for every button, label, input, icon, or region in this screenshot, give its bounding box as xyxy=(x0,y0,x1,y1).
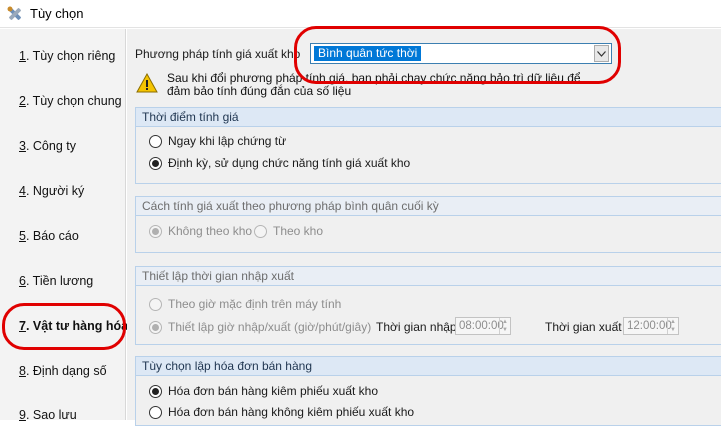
sidebar-item-number: 5 xyxy=(19,229,26,243)
time-settings-group: Thiết lập thời gian nhập xuất Theo giờ m… xyxy=(135,266,721,345)
radio-button[interactable] xyxy=(149,405,162,419)
invoice-options-group: Tùy chọn lập hóa đơn bán hàng Hóa đơn bá… xyxy=(135,356,721,426)
sidebar-item-dinh-dang-so[interactable]: 8. Định dạng số xyxy=(19,364,107,378)
sidebar-item-label: . Tiền lương xyxy=(25,274,94,288)
warning-message: Sau khi đổi phương pháp tính giá, bạn ph… xyxy=(167,71,581,98)
sidebar-item-number: 3 xyxy=(19,139,26,153)
option-label: Định kỳ, sử dụng chức năng tính giá xuất… xyxy=(168,156,411,170)
sidebar-item-number: 2 xyxy=(19,94,26,108)
radio-button[interactable] xyxy=(254,224,267,238)
radio-button[interactable] xyxy=(149,320,162,334)
pricing-method-label: Phương pháp tính giá xuất kho xyxy=(135,47,301,61)
import-time-input[interactable]: 08:00:00 ▲ ▼ xyxy=(455,317,511,335)
option-label: Không theo kho xyxy=(168,224,253,238)
timing-group-title: Thời điểm tính giá xyxy=(136,108,721,127)
sidebar-item-number: 8 xyxy=(19,364,26,378)
sidebar-item-label: . Tùy chọn chung xyxy=(25,94,122,108)
sidebar-item-label: . Vật tư hàng hóa xyxy=(25,319,129,333)
radio-button[interactable] xyxy=(149,224,162,238)
radio-button[interactable] xyxy=(149,156,162,170)
sidebar-item-tuy-chon-rieng[interactable]: 1. Tùy chọn riêng xyxy=(19,49,115,63)
sidebar-item-label: . Người ký xyxy=(25,184,85,198)
title-bar: Tùy chọn xyxy=(0,0,721,28)
import-time-label: Thời gian nhập xyxy=(376,320,457,334)
option-label: Thiết lập giờ nhập/xuất (giờ/phút/giây) xyxy=(168,320,372,334)
time-settings-group-title: Thiết lập thời gian nhập xuất xyxy=(136,267,721,286)
sidebar-item-vat-tu-hang-hoa[interactable]: 7. Vật tư hàng hóa xyxy=(19,319,128,333)
option-label: Theo giờ mặc định trên máy tính xyxy=(168,297,342,311)
period-average-option-no-warehouse[interactable]: Không theo kho xyxy=(149,224,252,238)
invoice-option-without-delivery[interactable]: Hóa đơn bán hàng không kiêm phiếu xuất k… xyxy=(149,405,414,419)
sidebar-item-number: 6 xyxy=(19,274,26,288)
settings-tools-icon xyxy=(7,6,21,20)
period-average-group-title: Cách tính giá xuất theo phương pháp bình… xyxy=(136,197,721,216)
radio-button[interactable] xyxy=(149,297,162,311)
sidebar-item-label: . Công ty xyxy=(25,139,76,153)
sidebar-item-nguoi-ky[interactable]: 4. Người ký xyxy=(19,184,84,198)
radio-button[interactable] xyxy=(149,384,162,398)
pricing-method-value: Bình quân tức thời xyxy=(314,46,422,61)
pricing-method-select[interactable]: Bình quân tức thời xyxy=(310,43,612,64)
invoice-option-with-delivery[interactable]: Hóa đơn bán hàng kiêm phiếu xuất kho xyxy=(149,384,378,398)
export-time-label: Thời gian xuất xyxy=(545,320,622,334)
option-label: Theo kho xyxy=(273,224,324,238)
sidebar-item-label: . Tùy chọn riêng xyxy=(25,49,116,63)
radio-button[interactable] xyxy=(149,134,162,148)
sidebar-item-label: . Báo cáo xyxy=(25,229,79,243)
window-title: Tùy chọn xyxy=(30,6,84,21)
invoice-options-group-title: Tùy chọn lập hóa đơn bán hàng xyxy=(136,357,721,376)
option-label: Ngay khi lập chứng từ xyxy=(168,134,287,148)
timing-group: Thời điểm tính giá Ngay khi lập chứng từ… xyxy=(135,107,721,184)
warning-triangle-icon xyxy=(136,73,158,93)
sidebar-item-bao-cao[interactable]: 5. Báo cáo xyxy=(19,229,79,243)
period-average-option-by-warehouse[interactable]: Theo kho xyxy=(254,224,323,238)
sidebar-item-cong-ty[interactable]: 3. Công ty xyxy=(19,139,76,153)
timing-option-periodic[interactable]: Định kỳ, sử dụng chức năng tính giá xuất… xyxy=(149,156,410,170)
export-time-value: 12:00:00 xyxy=(627,320,672,332)
import-time-value: 08:00:00 xyxy=(459,320,504,332)
settings-panel: Phương pháp tính giá xuất kho Bình quân … xyxy=(127,29,721,426)
sidebar: 1. Tùy chọn riêng 2. Tùy chọn chung 3. C… xyxy=(0,29,128,422)
sidebar-item-number: 4 xyxy=(19,184,26,198)
option-label: Hóa đơn bán hàng không kiêm phiếu xuất k… xyxy=(168,405,415,419)
period-average-group: Cách tính giá xuất theo phương pháp bình… xyxy=(135,196,721,253)
sidebar-item-label: . Định dạng số xyxy=(25,364,107,378)
time-spinner[interactable]: ▲ ▼ xyxy=(499,318,510,334)
time-option-default[interactable]: Theo giờ mặc định trên máy tính xyxy=(149,297,341,311)
sidebar-item-tien-luong[interactable]: 6. Tiền lương xyxy=(19,274,93,288)
option-label: Hóa đơn bán hàng kiêm phiếu xuất kho xyxy=(168,384,379,398)
chevron-down-icon[interactable] xyxy=(594,45,609,62)
sidebar-item-tuy-chon-chung[interactable]: 2. Tùy chọn chung xyxy=(19,94,122,108)
timing-option-immediate[interactable]: Ngay khi lập chứng từ xyxy=(149,134,286,148)
time-spinner[interactable]: ▲ ▼ xyxy=(667,318,678,334)
sidebar-item-number: 1 xyxy=(19,49,26,63)
sidebar-item-number: 7 xyxy=(19,319,26,333)
export-time-input[interactable]: 12:00:00 ▲ ▼ xyxy=(623,317,679,335)
time-option-custom[interactable]: Thiết lập giờ nhập/xuất (giờ/phút/giây) xyxy=(149,320,371,334)
